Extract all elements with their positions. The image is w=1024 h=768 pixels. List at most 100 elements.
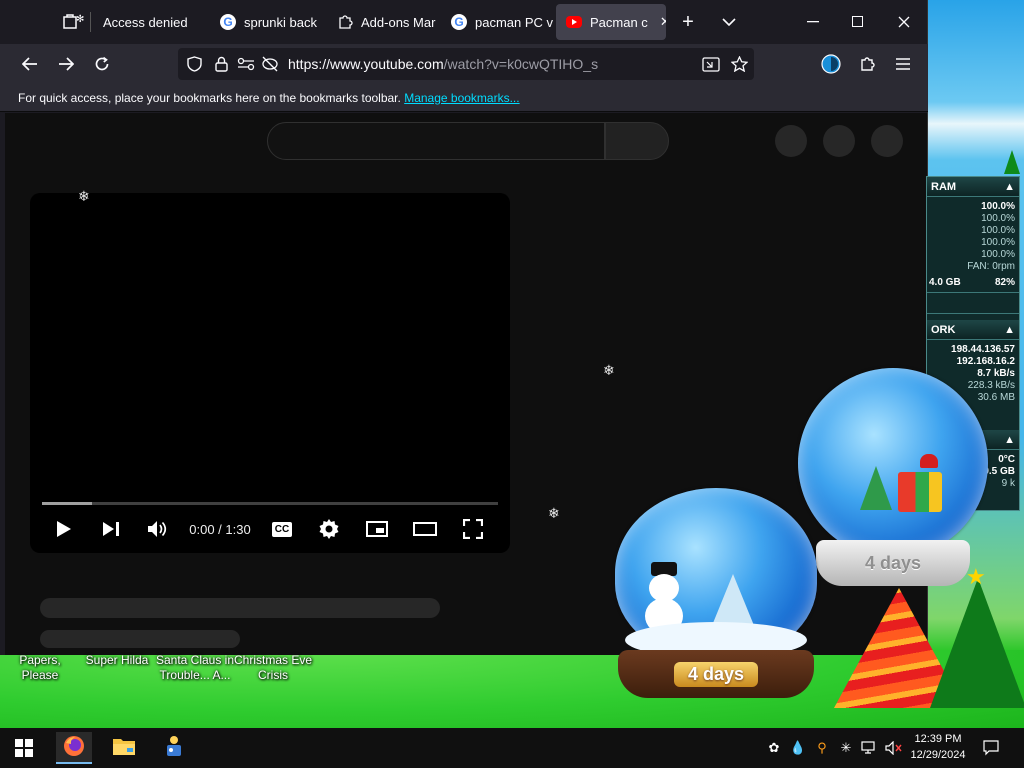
bookmarks-toolbar: For quick access, place your bookmarks h… — [0, 84, 928, 112]
list-all-tabs-button[interactable] — [714, 8, 744, 36]
avatar-placeholder[interactable] — [871, 125, 903, 157]
picture-in-picture-icon[interactable] — [702, 55, 720, 73]
small-globe-days-label: 4 days — [673, 661, 759, 687]
tracking-protection-shield-icon[interactable] — [185, 55, 203, 73]
tab-label: sprunki back — [244, 14, 317, 30]
firefox-taskbar-button[interactable] — [56, 732, 92, 764]
tray-game-icon[interactable]: ✿ — [764, 736, 784, 760]
tab-overview-icon: ✻ — [62, 12, 84, 33]
santa-hat-icon — [920, 454, 938, 468]
autoplay-blocked-icon[interactable] — [261, 55, 279, 73]
google-icon: G — [451, 14, 467, 30]
extensions-icon[interactable] — [853, 50, 881, 78]
miniplayer-icon[interactable] — [363, 515, 391, 543]
clock-date: 12/29/2024 — [910, 749, 966, 761]
account-avatar-icon[interactable] — [817, 50, 845, 78]
tab-bar: ✻ Access denied G sprunki back Add-ons M… — [0, 0, 927, 44]
forward-button[interactable] — [52, 50, 80, 78]
close-window-button[interactable] — [889, 8, 919, 36]
bookmark-star-icon[interactable] — [730, 55, 748, 73]
ram-header: RAM ▲ — [927, 177, 1019, 197]
reload-button[interactable] — [88, 50, 116, 78]
taskbar: ✿ 💧 ⚲ ✳ 12:39 PM 12/29/2024 — [0, 728, 1024, 768]
game-app-icon — [162, 734, 186, 763]
snowflake-icon: ❄ — [603, 362, 615, 378]
desktop-icon-super-hilda[interactable]: Super Hilda — [80, 653, 154, 668]
back-button[interactable] — [16, 50, 44, 78]
game-app-taskbar-button[interactable] — [156, 732, 192, 764]
notifications-icon[interactable] — [980, 736, 1002, 760]
collapse-icon[interactable]: ▲ — [1004, 434, 1015, 446]
play-button[interactable] — [50, 515, 78, 543]
cpu-core-4: 100.0% — [981, 249, 1015, 260]
firefox-icon — [63, 735, 85, 762]
minimize-button[interactable] — [798, 8, 828, 36]
url-path: /watch?v=k0cwQTIHO_s — [443, 56, 599, 72]
captions-button[interactable]: CC — [268, 515, 296, 543]
maximize-button[interactable] — [843, 8, 873, 36]
tab-separator — [90, 12, 91, 32]
manage-bookmarks-link[interactable]: Manage bookmarks... — [404, 91, 519, 105]
channel-placeholder — [40, 630, 240, 648]
volume-icon[interactable] — [144, 515, 172, 543]
title-placeholder — [40, 598, 440, 618]
google-icon: G — [220, 14, 236, 30]
lock-icon[interactable] — [212, 55, 230, 73]
clock-time: 12:39 PM — [914, 733, 962, 745]
new-tab-button[interactable]: + — [673, 8, 703, 36]
tray-search-icon[interactable]: ⚲ — [812, 736, 832, 760]
url-text[interactable]: https://www.youtube.com/watch?v=k0cwQTIH… — [288, 56, 598, 72]
collapse-icon[interactable]: ▲ — [1004, 324, 1015, 336]
small-snow-globe[interactable] — [615, 488, 817, 658]
globe-tree-icon — [860, 466, 892, 510]
tab-access-denied[interactable]: Access denied — [93, 4, 208, 40]
small-globe-base: 4 days — [618, 650, 814, 698]
tree-star-icon: ★ — [966, 564, 986, 589]
create-button-placeholder[interactable] — [775, 125, 807, 157]
upload-rate: 8.7 kB/s — [977, 368, 1015, 379]
tab-pacman-youtube[interactable]: Pacman c ✕ — [556, 4, 666, 40]
tab-label: pacman PC v — [475, 14, 554, 30]
taskbar-clock[interactable]: 12:39 PM 12/29/2024 — [906, 731, 970, 763]
local-ip: 192.168.16.2 — [956, 356, 1015, 367]
volume-muted-icon[interactable] — [884, 736, 904, 760]
tray-snowflake-icon[interactable]: ✳ — [836, 736, 856, 760]
permissions-icon[interactable] — [237, 55, 255, 73]
progress-bar-fill — [42, 502, 93, 505]
menu-icon[interactable] — [889, 50, 917, 78]
search-button[interactable] — [605, 122, 669, 160]
search-input[interactable] — [267, 122, 605, 160]
notifications-button-placeholder[interactable] — [823, 125, 855, 157]
tab-label: Access denied — [103, 14, 188, 30]
file-explorer-taskbar-button[interactable] — [106, 732, 142, 764]
desktop-icon-santa-claus[interactable]: Santa Claus in Trouble... A... — [154, 653, 236, 683]
collapse-icon[interactable]: ▲ — [1004, 181, 1015, 193]
theater-mode-icon[interactable] — [411, 515, 439, 543]
start-button[interactable] — [6, 732, 42, 764]
fan-speed: FAN: 0rpm — [967, 261, 1015, 272]
tab-overview-button[interactable]: ✻ — [52, 4, 88, 40]
cc-label: CC — [271, 521, 293, 537]
progress-bar[interactable] — [42, 502, 498, 505]
video-player[interactable]: 0:00 / 1:30 CC — [30, 193, 510, 553]
large-snow-globe[interactable] — [798, 368, 988, 558]
puzzle-icon — [337, 14, 353, 30]
desktop-icon-papers-please[interactable]: Papers, Please — [0, 653, 80, 683]
fullscreen-icon[interactable] — [459, 515, 487, 543]
settings-gear-icon[interactable] — [315, 515, 343, 543]
tab-pacman-pc[interactable]: G pacman PC v — [441, 4, 554, 40]
bookmarks-hint-text: For quick access, place your bookmarks h… — [18, 91, 401, 105]
gift-boxes-icon — [898, 472, 942, 512]
network-header: ORK ▲ — [927, 320, 1019, 340]
close-tab-icon[interactable]: ✕ — [660, 14, 666, 30]
tab-sprunki[interactable]: G sprunki back — [210, 4, 325, 40]
network-icon[interactable] — [860, 736, 880, 760]
time-display: 0:00 / 1:30 — [189, 521, 251, 537]
tray-droplet-icon[interactable]: 💧 — [788, 736, 808, 760]
next-button[interactable] — [97, 515, 125, 543]
tab-addons[interactable]: Add-ons Mar — [327, 4, 442, 40]
desktop-icon-christmas-eve-crisis[interactable]: Christmas Eve Crisis — [232, 653, 314, 683]
cpu-total: 100.0% — [981, 201, 1015, 212]
url-host: https://www.youtube.com — [288, 56, 444, 72]
url-bar[interactable]: https://www.youtube.com/watch?v=k0cwQTIH… — [178, 48, 754, 80]
